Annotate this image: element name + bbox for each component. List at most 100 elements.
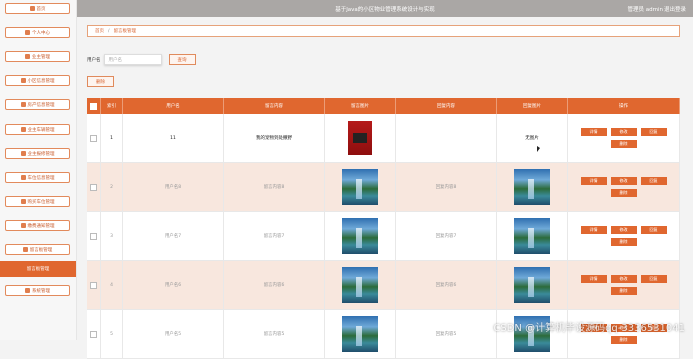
cell-message: 留言内容8 <box>224 163 325 211</box>
cell-actions: 详情 修改 回复 删除 <box>568 310 680 358</box>
table-row: 2 用户名8 留言内容8 回复内容8 详情 修改 回复 删除 <box>87 163 680 212</box>
row-select-cell[interactable] <box>87 310 101 358</box>
delete-button[interactable]: 删除 <box>610 140 637 148</box>
cell-actions: 详情 修改 回复 删除 <box>568 212 680 260</box>
cell-reply-image <box>497 261 568 309</box>
row-select-cell[interactable] <box>87 163 101 211</box>
header-message-image: 留言图片 <box>325 98 396 114</box>
landscape-image <box>514 267 550 303</box>
search-label: 用户名 <box>87 57 101 63</box>
sidebar-item-home[interactable]: 首页 <box>5 3 70 14</box>
reply-button[interactable]: 回复 <box>640 226 667 234</box>
action-buttons: 详情 修改 回复 删除 <box>574 175 674 199</box>
delete-button[interactable]: 删除 <box>610 189 637 197</box>
delete-button[interactable]: 删除 <box>610 238 637 246</box>
sidebar-item-buy-parking[interactable]: 购买车位管理 <box>5 196 70 207</box>
current-user: 管理员 admin <box>627 7 663 13</box>
cell-message: 留言内容5 <box>224 310 325 358</box>
sidebar-item-property[interactable]: 房产信息管理 <box>5 99 70 110</box>
cell-reply: 回复内容5 <box>396 310 497 358</box>
cell-index: 2 <box>101 163 123 211</box>
cell-message: 我的宠物到处撒野 <box>224 114 325 162</box>
cell-message-image <box>325 212 396 260</box>
breadcrumb-home[interactable]: 首页 <box>95 28 104 34</box>
grid-icon <box>25 54 30 59</box>
table-row: 3 用户名7 留言内容7 回复内容7 详情 修改 回复 删除 <box>87 212 680 261</box>
row-select-cell[interactable] <box>87 114 101 162</box>
cell-username: 用户名8 <box>123 163 224 211</box>
table-row: 4 用户名6 留言内容6 回复内容6 详情 修改 回复 删除 <box>87 261 680 310</box>
grid-icon <box>20 223 26 228</box>
sidebar: 首页 个人中心 业主管理 小区信息管理 房产信息管理 业主车辆管理 业主报修管理… <box>0 0 77 340</box>
grid-icon <box>20 175 26 180</box>
cell-reply <box>396 114 497 162</box>
header-username: 用户名 <box>123 98 224 114</box>
mouse-cursor <box>537 146 540 152</box>
select-all-cell[interactable] <box>87 98 101 114</box>
sidebar-item-system[interactable]: 系统管理 <box>5 285 70 296</box>
cell-message: 留言内容7 <box>224 212 325 260</box>
grid-icon <box>20 199 26 204</box>
cell-message-image <box>325 114 396 162</box>
sidebar-item-parking[interactable]: 车位信息管理 <box>5 172 70 183</box>
breadcrumb: 首页 / 留言板管理 <box>87 25 680 37</box>
sidebar-item-fees[interactable]: 缴费通知管理 <box>5 220 70 231</box>
cell-message-image <box>325 163 396 211</box>
cell-index: 3 <box>101 212 123 260</box>
landscape-image <box>342 267 378 303</box>
detail-button[interactable]: 详情 <box>580 128 607 136</box>
landscape-image <box>342 218 378 254</box>
detail-button[interactable]: 详情 <box>580 177 607 185</box>
action-buttons: 详情 修改 回复 删除 <box>574 126 674 150</box>
select-all-checkbox[interactable] <box>90 102 97 110</box>
row-checkbox[interactable] <box>90 134 97 142</box>
cell-username: 用户名6 <box>123 261 224 309</box>
cell-message: 留言内容6 <box>224 261 325 309</box>
row-checkbox[interactable] <box>90 330 97 338</box>
sidebar-subitem-messages[interactable]: 留言板管理 <box>0 261 76 277</box>
app-title: 基于Java的小区物业管理系统设计与实现 <box>335 7 435 13</box>
header-actions: 操作 <box>568 98 680 114</box>
header-reply: 回复内容 <box>396 98 497 114</box>
sidebar-item-owners[interactable]: 业主管理 <box>5 51 70 62</box>
reply-button[interactable]: 回复 <box>640 128 667 136</box>
delete-button[interactable]: 删除 <box>610 287 637 295</box>
delete-button[interactable]: 删除 <box>610 336 637 344</box>
sidebar-item-messages[interactable]: 留言板管理 <box>5 244 70 255</box>
search-input[interactable]: 用户名 <box>103 54 162 65</box>
detail-button[interactable]: 详情 <box>580 226 607 234</box>
cell-message-image <box>325 261 396 309</box>
sidebar-item-vehicles[interactable]: 业主车辆管理 <box>5 124 70 135</box>
header-index: 索引 <box>101 98 123 114</box>
grid-icon <box>20 127 26 132</box>
row-select-cell[interactable] <box>87 212 101 260</box>
user-icon <box>25 30 30 35</box>
detail-button[interactable]: 详情 <box>580 275 607 283</box>
reply-button[interactable]: 回复 <box>640 275 667 283</box>
header-message: 留言内容 <box>224 98 325 114</box>
edit-button[interactable]: 修改 <box>610 177 637 185</box>
batch-delete-button[interactable]: 删除 <box>87 76 114 87</box>
watermark: CSDN @计算机毕设源码qq-3336531041 <box>493 323 685 334</box>
table-row: 1 11 我的宠物到处撒野 无图片 详情 修改 回复 删除 <box>87 114 680 163</box>
landscape-image <box>514 218 550 254</box>
row-checkbox[interactable] <box>90 232 97 240</box>
query-button[interactable]: 查询 <box>168 54 196 65</box>
edit-button[interactable]: 修改 <box>610 128 637 136</box>
home-icon <box>29 6 35 11</box>
reply-button[interactable]: 回复 <box>640 177 667 185</box>
sidebar-item-community[interactable]: 小区信息管理 <box>5 75 70 86</box>
edit-button[interactable]: 修改 <box>610 226 637 234</box>
row-select-cell[interactable] <box>87 261 101 309</box>
table-header: 索引 用户名 留言内容 留言图片 回复内容 回复图片 操作 <box>87 98 680 114</box>
row-checkbox[interactable] <box>90 281 97 289</box>
cell-reply-image <box>497 212 568 260</box>
edit-button[interactable]: 修改 <box>610 275 637 283</box>
sidebar-item-profile[interactable]: 个人中心 <box>5 27 70 38</box>
row-checkbox[interactable] <box>90 183 97 191</box>
cell-actions: 详情 修改 回复 删除 <box>568 163 680 211</box>
user-icon <box>22 247 28 252</box>
landscape-image <box>342 316 378 352</box>
sidebar-item-repairs[interactable]: 业主报修管理 <box>5 148 70 159</box>
logout-link[interactable]: 退出登录 <box>664 5 686 13</box>
